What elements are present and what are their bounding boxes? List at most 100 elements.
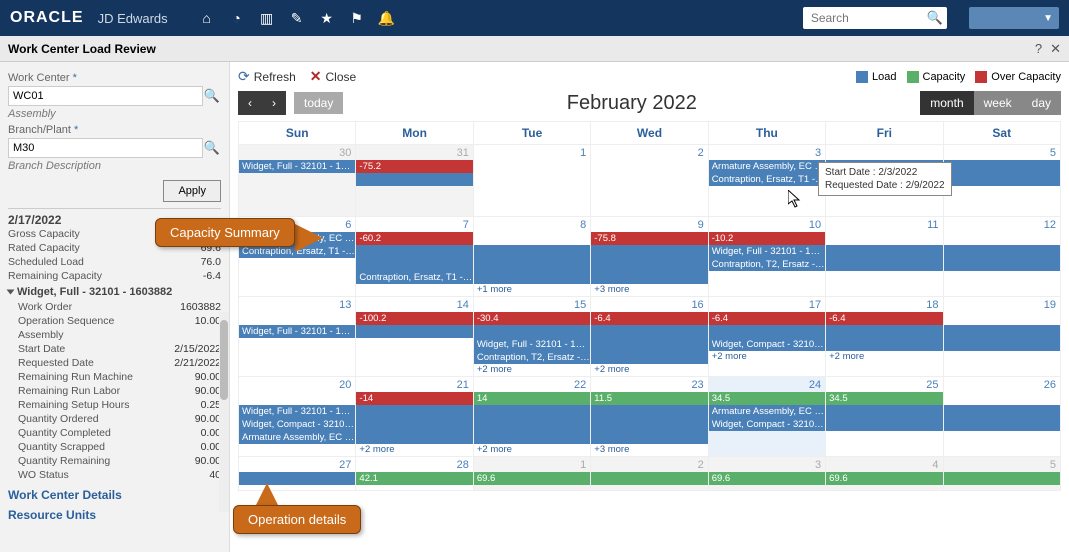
event-over[interactable]: -75.2 bbox=[356, 160, 472, 173]
refresh-button[interactable]: ⟳ Refresh bbox=[238, 68, 296, 85]
event-capacity[interactable]: 42.1 bbox=[356, 472, 472, 485]
calendar-cell[interactable]: 12 bbox=[943, 217, 1060, 297]
calendar-cell[interactable]: 28 42.1 bbox=[356, 457, 473, 491]
view-day-button[interactable]: day bbox=[1022, 91, 1061, 115]
more-link[interactable]: +2 more bbox=[591, 364, 707, 376]
calendar-cell[interactable]: 13 Widget, Full - 32101 - 1603874 bbox=[239, 297, 356, 377]
calendar-cell[interactable]: 24 34.5 Armature Assembly, EC - 65400 - … bbox=[708, 377, 825, 457]
apply-button[interactable]: Apply bbox=[163, 180, 221, 202]
calendar-cell[interactable]: 7 -60.2 Contraption, Ersatz, T1 - 98700 … bbox=[356, 217, 473, 297]
event-load[interactable]: Widget, Full - 32101 - 1603874 bbox=[709, 245, 825, 258]
more-link[interactable]: +2 more bbox=[826, 351, 942, 363]
event-load[interactable]: Contraption, Ersatz, T1 - 98700 - 160325… bbox=[356, 271, 472, 284]
help-icon[interactable]: ? bbox=[1035, 41, 1042, 56]
event-over[interactable]: -6.4 bbox=[826, 312, 942, 325]
home-icon[interactable]: ⌂ bbox=[198, 9, 216, 27]
more-link[interactable]: +3 more bbox=[591, 284, 707, 296]
calendar-cell[interactable]: 16 -6.4 +2 more bbox=[591, 297, 708, 377]
event-load[interactable]: Contraption, Ersatz, T1 - 98700 - 160323… bbox=[709, 173, 825, 186]
calendar-cell[interactable]: 3 69.6 bbox=[708, 457, 825, 491]
calendar-cell[interactable]: 14 -100.2 bbox=[356, 297, 473, 377]
calendar-cell[interactable]: 5 bbox=[943, 145, 1060, 217]
resource-units-link[interactable]: Resource Units bbox=[8, 508, 221, 522]
today-button[interactable]: today bbox=[294, 92, 343, 114]
calendar-cell[interactable]: 11 bbox=[826, 217, 943, 297]
calendar-cell[interactable]: 10 -10.2 Widget, Full - 32101 - 1603874 … bbox=[708, 217, 825, 297]
calendar-cell[interactable]: 2 bbox=[591, 145, 708, 217]
event-load[interactable]: Widget, Compact - 32100 - 1603840 bbox=[709, 418, 825, 431]
calendar-cell[interactable]: 31 -75.2 bbox=[356, 145, 473, 217]
close-page-icon[interactable]: ✕ bbox=[1050, 41, 1061, 57]
branch-input[interactable] bbox=[8, 138, 203, 158]
calendar-cell[interactable]: 30 Widget, Full - 32101 - 1603866 bbox=[239, 145, 356, 217]
event-over[interactable]: -6.4 bbox=[709, 312, 825, 325]
event-over[interactable]: -60.2 bbox=[356, 232, 472, 245]
calendar-cell[interactable]: 26 bbox=[943, 377, 1060, 457]
event-load[interactable]: Armature Assembly, EC - 65400 - 1603081 bbox=[709, 160, 825, 173]
event-load[interactable]: Contraption, T2, Ersatz - 98701 - 160299… bbox=[474, 351, 590, 364]
event-over[interactable]: -30.4 bbox=[474, 312, 590, 325]
view-week-button[interactable]: week bbox=[974, 91, 1022, 115]
calendar-cell[interactable]: 1 bbox=[473, 145, 590, 217]
close-button[interactable]: ✕ Close bbox=[310, 68, 356, 85]
more-link[interactable]: +1 more bbox=[474, 284, 590, 296]
lookup-icon[interactable]: 🔍 bbox=[203, 88, 221, 104]
work-center-details-link[interactable]: Work Center Details bbox=[8, 488, 221, 502]
bell-icon[interactable]: 🔔 bbox=[378, 9, 396, 27]
event-load[interactable]: Armature Assembly, EC - 65400 - 1603760 bbox=[239, 431, 355, 444]
calendar-cell[interactable]: 23 11.5 +3 more bbox=[591, 377, 708, 457]
user-menu[interactable]: ▼ bbox=[969, 7, 1059, 29]
event-over[interactable]: -10.2 bbox=[709, 232, 825, 245]
event-over[interactable]: -6.4 bbox=[591, 312, 707, 325]
event-load[interactable]: Widget, Full - 32101 - 1603882 bbox=[239, 405, 355, 418]
search-icon[interactable]: 🔍 bbox=[927, 10, 943, 26]
event-load[interactable]: Widget, Full - 32101 - 1603866 bbox=[239, 160, 355, 173]
event-load[interactable]: Widget, Compact - 32100 - 1603858 bbox=[709, 338, 825, 351]
side-scrollbar[interactable] bbox=[219, 312, 229, 512]
prev-button[interactable]: ‹ bbox=[238, 91, 262, 115]
edit-icon[interactable]: ✎ bbox=[288, 9, 306, 27]
calendar-cell[interactable]: 22 14 +2 more bbox=[473, 377, 590, 457]
more-link[interactable]: +2 more bbox=[474, 364, 590, 376]
calendar-cell[interactable]: 9 -75.8 +3 more bbox=[591, 217, 708, 297]
event-over[interactable]: -100.2 bbox=[356, 312, 472, 325]
event-capacity[interactable]: 69.6 bbox=[709, 472, 825, 485]
more-link[interactable]: +2 more bbox=[474, 444, 590, 456]
calendar-cell[interactable]: 5 bbox=[943, 457, 1060, 491]
calendar-cell[interactable]: 25 34.5 bbox=[826, 377, 943, 457]
next-button[interactable]: › bbox=[262, 91, 286, 115]
event-capacity[interactable]: 34.5 bbox=[826, 392, 942, 405]
view-month-button[interactable]: month bbox=[920, 91, 973, 115]
calendar-cell[interactable]: 15 -30.4 Widget, Full - 32101 - 1603882 … bbox=[473, 297, 590, 377]
calendar-cell[interactable]: 18 -6.4 +2 more bbox=[826, 297, 943, 377]
star-icon[interactable]: ★ bbox=[318, 9, 336, 27]
work-center-input[interactable] bbox=[8, 86, 203, 106]
event-capacity[interactable]: 34.5 bbox=[709, 392, 825, 405]
calendar-cell[interactable]: 4 69.6 bbox=[826, 457, 943, 491]
calendar-cell[interactable]: 20 Widget, Full - 32101 - 1603882 Widget… bbox=[239, 377, 356, 457]
calendar-cell[interactable]: 17 -6.4 Widget, Compact - 32100 - 160385… bbox=[708, 297, 825, 377]
event-load[interactable]: Armature Assembly, EC - 65400 - 1603090 bbox=[709, 405, 825, 418]
flag-icon[interactable]: ⚑ bbox=[348, 9, 366, 27]
calendar-cell[interactable]: 2 bbox=[591, 457, 708, 491]
calendar-cell[interactable]: 19 bbox=[943, 297, 1060, 377]
event-capacity[interactable]: 14 bbox=[474, 392, 590, 405]
lookup-icon[interactable]: 🔍 bbox=[203, 140, 221, 156]
event-load[interactable]: Contraption, T2, Ersatz - 98701 bbox=[709, 258, 825, 271]
event-over[interactable]: -14 bbox=[356, 392, 472, 405]
event-capacity[interactable]: 69.6 bbox=[474, 472, 590, 485]
calendar-cell[interactable]: 21 -14 +2 more bbox=[356, 377, 473, 457]
event-load[interactable]: Widget, Full - 32101 - 1603874 bbox=[239, 325, 355, 338]
more-link[interactable]: +3 more bbox=[591, 444, 707, 456]
chart-icon[interactable]: ▥ bbox=[258, 9, 276, 27]
event-capacity[interactable]: 11.5 bbox=[591, 392, 707, 405]
calendar-cell[interactable]: 8 +1 more bbox=[473, 217, 590, 297]
more-link[interactable]: +2 more bbox=[709, 351, 825, 363]
event-load[interactable]: Widget, Compact - 32100 - 1603858 bbox=[239, 418, 355, 431]
event-capacity[interactable]: 69.6 bbox=[826, 472, 942, 485]
more-link[interactable]: +2 more bbox=[356, 444, 472, 456]
clock-icon[interactable]: ◔ bbox=[228, 9, 246, 27]
calendar-cell[interactable]: 3 Armature Assembly, EC - 65400 - 160308… bbox=[708, 145, 825, 217]
operation-group-header[interactable]: Widget, Full - 32101 - 1603882 bbox=[8, 286, 221, 298]
event-load[interactable]: Widget, Full - 32101 - 1603882 bbox=[474, 338, 590, 351]
